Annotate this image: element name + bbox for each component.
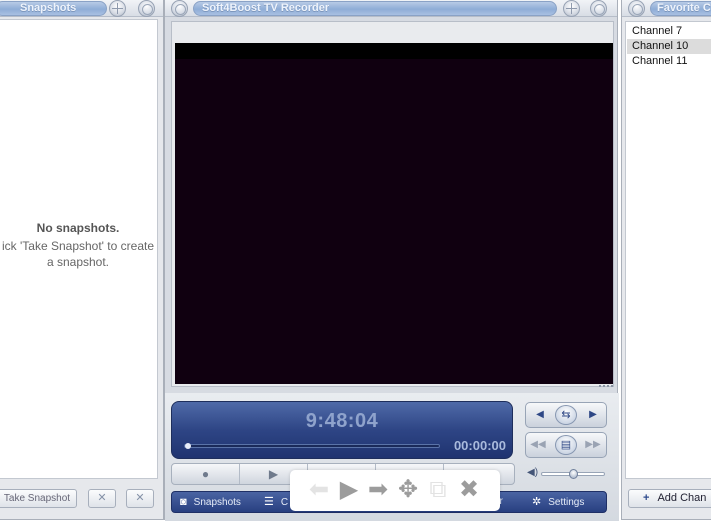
tab-settings[interactable]: ✲ Settings bbox=[532, 492, 584, 512]
elapsed-time: 00:00:00 bbox=[453, 438, 506, 453]
recorder-titlebar[interactable]: Soft4Boost TV Recorder bbox=[165, 0, 617, 17]
skip-forward-icon[interactable]: ▶▶ bbox=[584, 436, 602, 454]
list-icon: ☰ bbox=[264, 496, 274, 508]
channel-navigation: ◀ ⇆ ▶ ◀◀ ▤ ▶▶ bbox=[525, 402, 607, 460]
swap-channel-icon[interactable]: ⇆ bbox=[555, 405, 577, 425]
popout-icon[interactable]: ⧉ bbox=[424, 476, 452, 504]
channel-switch-row: ◀ ⇆ ▶ bbox=[525, 402, 607, 428]
channel-item[interactable]: Channel 11 bbox=[627, 54, 711, 69]
record-button[interactable]: ● bbox=[172, 464, 240, 484]
tab-label: Settings bbox=[548, 497, 585, 508]
window-menu-icon[interactable] bbox=[138, 0, 155, 17]
channel-item-selected[interactable]: Channel 10 bbox=[627, 39, 711, 54]
volume-knob[interactable] bbox=[569, 469, 578, 479]
favorites-window: Favorite C Channel 7 Channel 10 Channel … bbox=[621, 0, 711, 520]
window-options-icon[interactable] bbox=[590, 0, 607, 17]
next-channel-icon[interactable]: ▶ bbox=[584, 406, 602, 424]
tab-label: C bbox=[280, 497, 289, 508]
camera-icon: ◙ bbox=[180, 496, 187, 508]
delete-all-snapshots-button[interactable]: ✕ bbox=[126, 489, 154, 508]
video-preview[interactable] bbox=[175, 43, 613, 384]
recorder-title: Soft4Boost TV Recorder bbox=[193, 1, 557, 16]
channel-item[interactable]: Channel 7 bbox=[627, 24, 711, 39]
previous-channel-icon[interactable]: ◀ bbox=[531, 406, 549, 424]
snapshots-list: No snapshots. ick 'Take Snapshot' to cre… bbox=[0, 19, 158, 479]
progress-bar[interactable] bbox=[184, 443, 440, 449]
move-icon[interactable]: ✥ bbox=[394, 476, 422, 504]
speaker-icon: ◀) bbox=[527, 467, 539, 478]
empty-state-title: No snapshots. bbox=[36, 221, 120, 235]
gear-icon: ✲ bbox=[532, 496, 542, 508]
play-icon[interactable]: ▶ bbox=[335, 476, 363, 504]
dock-icon[interactable] bbox=[109, 0, 126, 17]
resize-grip[interactable] bbox=[599, 385, 613, 391]
tab-snapshots[interactable]: ◙ Snapshots bbox=[180, 492, 241, 512]
delete-snapshot-button[interactable]: ✕ bbox=[88, 489, 116, 508]
close-icon[interactable]: ✖ bbox=[455, 476, 483, 504]
add-channel-button[interactable]: + Add Chan bbox=[628, 489, 711, 508]
lcd-display: 9:48:04 00:00:00 bbox=[171, 401, 513, 459]
plus-icon: + bbox=[643, 492, 650, 504]
back-arrow-icon[interactable]: ⬅ bbox=[305, 476, 333, 504]
snapshots-title: Snapshots bbox=[0, 1, 107, 16]
favorites-title: Favorite C bbox=[650, 1, 711, 16]
video-frame bbox=[171, 21, 614, 387]
take-snapshot-button[interactable]: Take Snapshot bbox=[0, 489, 77, 508]
progress-knob[interactable] bbox=[185, 443, 191, 449]
dock-icon[interactable] bbox=[563, 0, 580, 17]
snapshots-window: Snapshots No snapshots. ick 'Take Snapsh… bbox=[0, 0, 164, 520]
skip-back-icon[interactable]: ◀◀ bbox=[529, 436, 547, 454]
favorite-channels-list: Channel 7 Channel 10 Channel 11 bbox=[625, 21, 711, 479]
volume-control: ◀) bbox=[527, 467, 611, 480]
empty-state-hint: ick 'Take Snapshot' to create a snapshot… bbox=[2, 239, 154, 269]
tab-label: Snapshots bbox=[193, 497, 241, 508]
tab-channels[interactable]: ☰ C bbox=[264, 492, 288, 512]
floating-toolbar: ⬅ ▶ ➡ ✥ ⧉ ✖ bbox=[290, 470, 500, 511]
document-icon[interactable]: ▤ bbox=[555, 435, 577, 455]
favorites-menu-icon[interactable] bbox=[628, 0, 645, 17]
add-channel-label: Add Chan bbox=[657, 492, 707, 504]
recorder-menu-icon[interactable] bbox=[171, 0, 188, 17]
favorites-titlebar[interactable]: Favorite C bbox=[622, 0, 711, 17]
recorder-window: Soft4Boost TV Recorder 9:48:04 00:00:00 … bbox=[164, 0, 619, 521]
recording-nav-row: ◀◀ ▤ ▶▶ bbox=[525, 432, 607, 458]
clock-readout: 9:48:04 bbox=[305, 410, 379, 432]
volume-slider[interactable] bbox=[541, 469, 605, 479]
snapshots-titlebar[interactable]: Snapshots bbox=[0, 0, 163, 17]
forward-arrow-icon[interactable]: ➡ bbox=[364, 476, 392, 504]
